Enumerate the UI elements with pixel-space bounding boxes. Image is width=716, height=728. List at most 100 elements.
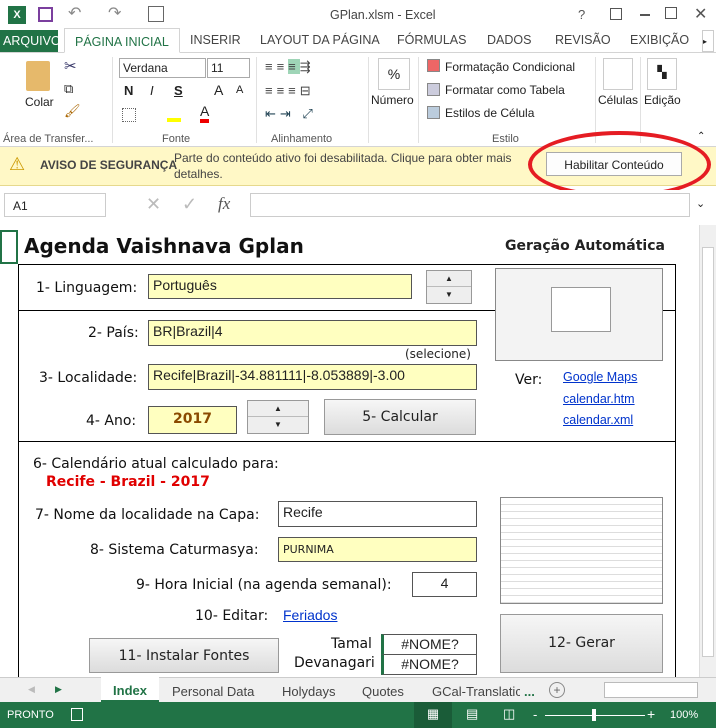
bold-button[interactable]: N [124, 83, 133, 98]
format-table-button[interactable]: Formatar como Tabela [445, 83, 565, 97]
generate-button[interactable]: 12- Gerar [500, 614, 663, 673]
help-button[interactable]: ? [578, 7, 585, 22]
format-table-icon[interactable] [427, 83, 440, 96]
conditional-format-button[interactable]: Formatação Condicional [445, 60, 575, 74]
name-box[interactable]: A1 [4, 193, 106, 217]
page-layout-view-button[interactable]: ▤ [466, 706, 478, 722]
save-icon[interactable] [38, 7, 53, 22]
redo-icon[interactable]: ↷ [108, 3, 121, 23]
scroll-right-icon[interactable]: ▶ [55, 684, 62, 695]
selected-cell-a1[interactable] [0, 230, 18, 264]
sheet-tab-quotes[interactable]: Quotes [362, 684, 404, 699]
year-field[interactable]: 2017 [148, 406, 237, 434]
sheet-tab-index[interactable]: Index [101, 677, 159, 702]
install-fonts-button[interactable]: 11- Instalar Fontes [89, 638, 279, 673]
link-calendar-xml[interactable]: calendar.xml [563, 413, 633, 427]
group-alignment: Alinhamento [271, 133, 333, 145]
vertical-scrollbar[interactable] [699, 225, 716, 677]
collapse-ribbon-icon[interactable]: ⌃ [697, 131, 705, 142]
editing-button[interactable]: Edição [644, 93, 681, 107]
custom-quick-icon[interactable] [148, 6, 164, 22]
select-hint: (selecione) [405, 347, 471, 361]
formula-input[interactable] [250, 193, 690, 217]
security-message[interactable]: Parte do conteúdo ativo foi desabilitada… [174, 150, 514, 182]
conditional-format-icon[interactable] [427, 59, 440, 72]
more-sheets-button[interactable]: ... [524, 684, 535, 699]
underline-button[interactable]: S [174, 83, 183, 98]
lang-spinner[interactable]: ▲ ▼ [426, 270, 472, 304]
link-google-maps[interactable]: Google Maps [563, 370, 637, 384]
zoom-slider-thumb[interactable] [592, 709, 596, 721]
cell-styles-icon[interactable] [427, 106, 440, 119]
macro-record-icon[interactable] [71, 708, 83, 721]
align-row2-icons[interactable]: ≡≡≡⊟ [265, 83, 315, 99]
link-calendar-htm[interactable]: calendar.htm [563, 392, 635, 406]
lang-field[interactable]: Português [148, 274, 412, 299]
cover-field[interactable]: Recife [278, 501, 477, 527]
tab-inserir[interactable]: INSERIR [190, 33, 241, 47]
number-format-icon[interactable]: % [378, 58, 410, 90]
paste-button[interactable]: Colar [25, 95, 54, 109]
cells-icon[interactable] [603, 58, 633, 90]
excel-logo-icon: X [8, 6, 26, 24]
link-holidays[interactable]: Feriados [283, 607, 337, 623]
cancel-icon[interactable]: ✕ [146, 194, 161, 215]
add-sheet-button[interactable]: + [549, 682, 565, 698]
lang-label: 1- Linguagem: [36, 280, 138, 296]
country-field[interactable]: BR|Brazil|4 [148, 320, 477, 346]
sheet-tab-personal-data[interactable]: Personal Data [172, 684, 254, 699]
paste-icon[interactable] [26, 61, 50, 91]
fill-color-icon[interactable] [167, 106, 181, 122]
hour-field[interactable]: 4 [412, 572, 477, 597]
sheet-tab-gcal[interactable]: GCal-Translatic [432, 684, 520, 699]
locality-field[interactable]: Recife|Brazil|-34.881111|-8.053889|-3.00 [148, 364, 477, 390]
tab-arquivo[interactable]: ARQUIVO [0, 30, 61, 52]
devanagari-field[interactable]: #NOME? [381, 654, 477, 675]
tab-dados[interactable]: DADOS [487, 33, 531, 47]
borders-icon[interactable] [122, 108, 136, 122]
cut-icon[interactable]: ✂ [64, 57, 77, 75]
tab-layout[interactable]: LAYOUT DA PÁGINA [260, 33, 380, 47]
maximize-button[interactable] [665, 7, 677, 19]
minimize-button[interactable] [640, 14, 650, 16]
tab-exibicao[interactable]: EXIBIÇÃO [630, 33, 689, 47]
zoom-level[interactable]: 100% [670, 709, 698, 721]
cells-button[interactable]: Células [598, 93, 638, 107]
font-name-select[interactable]: Verdana [119, 58, 206, 78]
zoom-out-button[interactable]: - [533, 707, 537, 722]
calculate-button[interactable]: 5- Calcular [324, 399, 476, 435]
number-button[interactable]: Número [371, 93, 414, 107]
expand-formula-icon[interactable]: ⌄ [696, 197, 705, 210]
italic-button[interactable]: I [150, 83, 154, 98]
page-break-view-button[interactable]: ◫ [503, 706, 515, 722]
close-button[interactable]: ✕ [694, 4, 707, 24]
sheet-tab-holydays[interactable]: Holydays [282, 684, 335, 699]
undo-icon[interactable]: ↶ [68, 3, 81, 23]
format-painter-icon[interactable]: 🖌 [64, 103, 81, 119]
binoculars-icon[interactable]: ▚ [647, 58, 677, 90]
system-field[interactable]: PURNIMA [278, 537, 477, 562]
ribbon-display-icon[interactable] [610, 8, 622, 20]
horizontal-scrollbar[interactable] [604, 682, 698, 698]
font-color-icon[interactable]: A [200, 103, 210, 123]
tab-pagina-inicial[interactable]: PÁGINA INICIAL [64, 28, 180, 53]
tab-formulas[interactable]: FÓRMULAS [397, 33, 466, 47]
copy-icon[interactable]: ⧉ [64, 81, 73, 97]
align-icons[interactable]: ≡≡≡⇶ [265, 59, 315, 75]
zoom-in-button[interactable]: + [647, 706, 655, 722]
insert-function-button[interactable]: fx [218, 194, 230, 214]
shrink-font-icon[interactable]: A [236, 84, 243, 96]
subtitle: Geração Automática [505, 238, 665, 254]
enter-icon[interactable]: ✓ [182, 194, 197, 215]
worksheet[interactable]: Agenda Vaishnava Gplan Geração Automátic… [0, 225, 700, 681]
year-spinner[interactable]: ▲ ▼ [247, 400, 309, 434]
normal-view-button[interactable]: ▦ [414, 702, 452, 728]
indent-icons[interactable]: ⇤⇥ ⤢ [265, 106, 317, 122]
tabs-scroll-right[interactable]: ▸ [702, 30, 714, 52]
tab-revisao[interactable]: REVISÃO [555, 33, 611, 47]
tamal-field[interactable]: #NOME? [381, 634, 477, 655]
grow-font-icon[interactable]: A [214, 82, 223, 98]
font-size-select[interactable]: 11 [207, 58, 250, 78]
scroll-left-icon[interactable]: ◀ [28, 684, 35, 695]
cell-styles-button[interactable]: Estilos de Célula [445, 106, 534, 120]
